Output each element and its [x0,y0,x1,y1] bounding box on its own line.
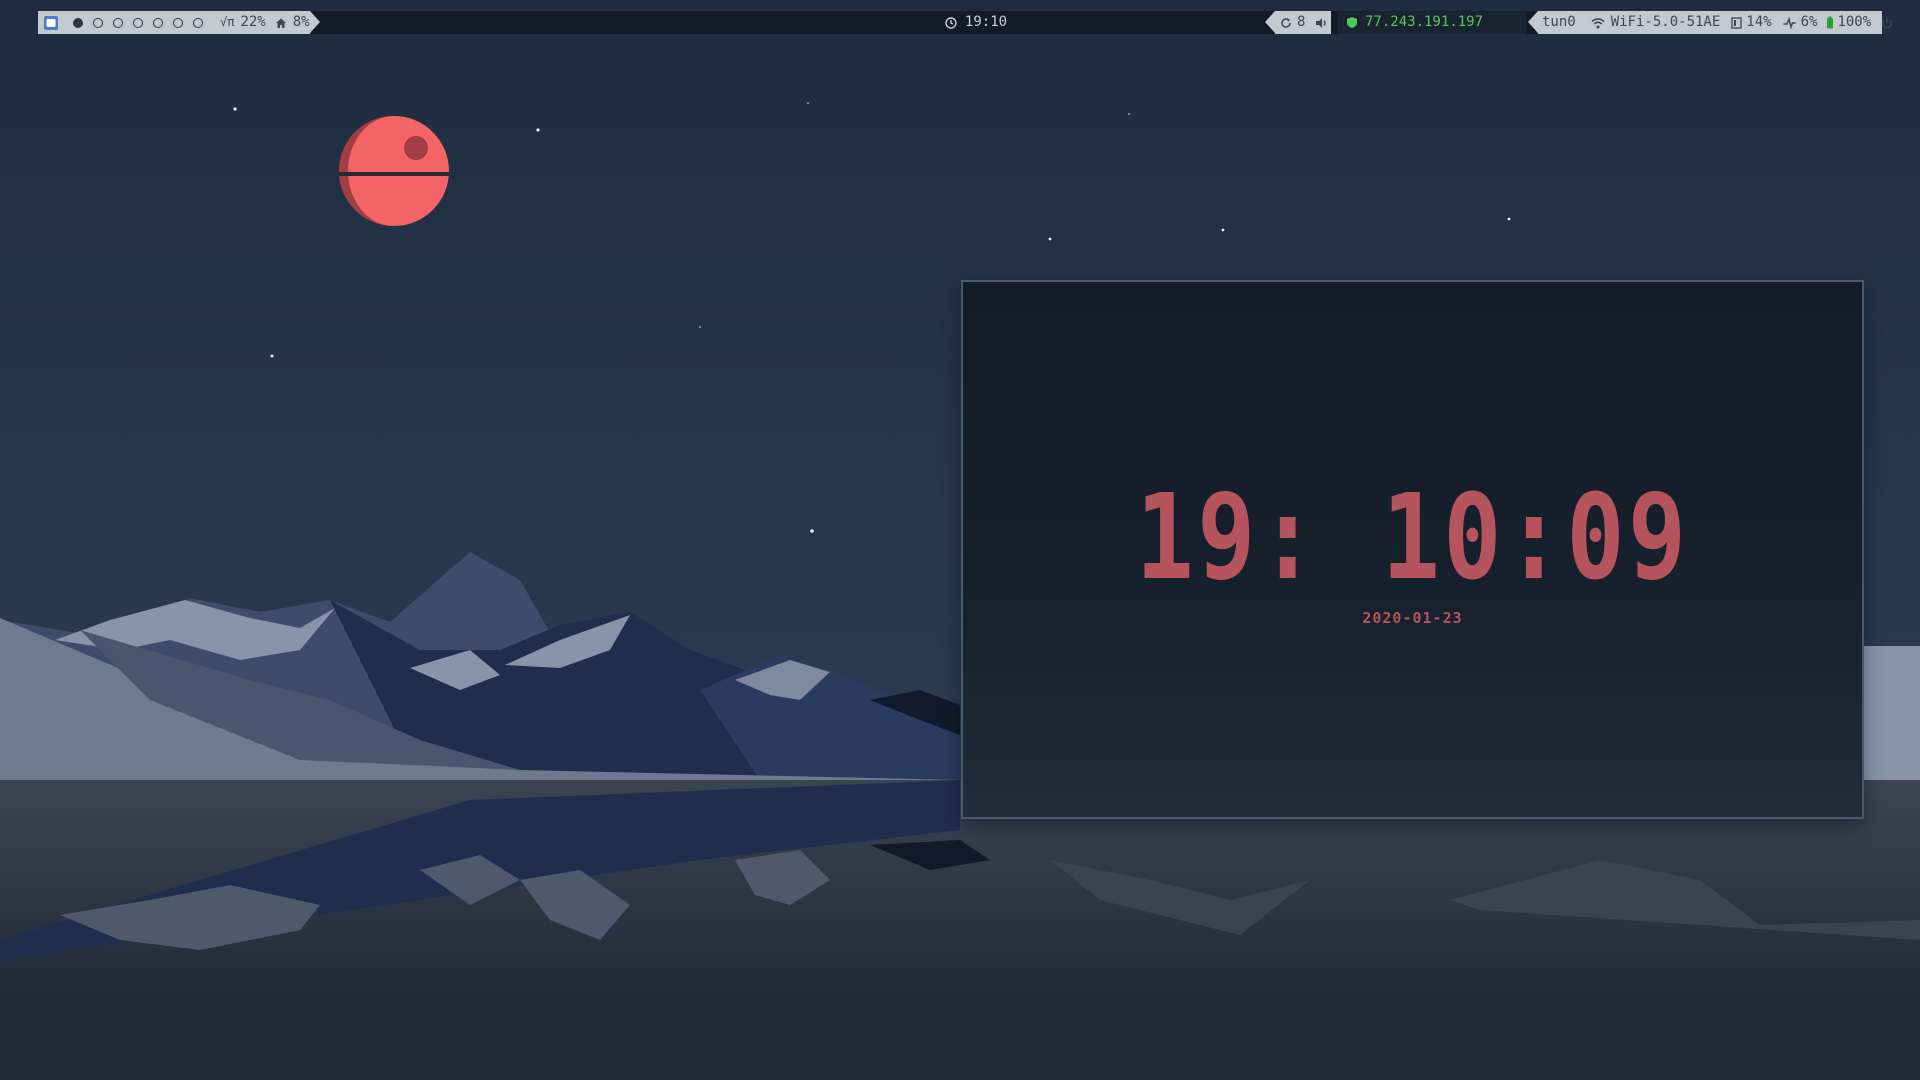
wifi-ssid-label: WiFi-5.0-51AE [1610,14,1721,30]
home-icon [275,18,286,28]
vpn-indicator[interactable]: 77.243.191.197 [1338,11,1526,34]
power-button[interactable] [1876,11,1903,34]
clock-date-display: 2020-01-23 [1362,609,1463,627]
bar-clock-label: 19:10 [964,14,1008,30]
refresh-icon [1281,17,1291,28]
interface-label: tun0 [1542,14,1576,30]
power-icon [1882,17,1893,28]
root-disk-usage: √π 22% [208,11,271,34]
workspace-list [64,17,208,28]
vpn-ip-label: 77.243.191.197 [1365,14,1484,30]
root-disk-icon: √π [220,15,235,29]
launcher-button[interactable] [38,11,64,34]
memory-indicator: 14% [1725,11,1776,34]
distro-logo-icon [44,15,58,30]
battery-label: 100% [1837,14,1872,30]
workspace-4-button[interactable] [133,17,143,28]
memory-icon [1731,16,1742,29]
volume-icon [1316,17,1327,28]
top-bar: √π 22% 8% 19:10 8 77.243.191.197 tun0 Wi… [38,11,1893,34]
wifi-icon [1591,17,1605,28]
bar-clock[interactable]: 19:10 [926,11,1026,34]
clock-window[interactable]: 19: 10:09 2020-01-23 [961,280,1864,819]
cpu-activity-icon [1783,16,1796,29]
memory-label: 14% [1746,14,1772,30]
updates-indicator[interactable]: 8 [1275,11,1310,34]
updates-count: 8 [1297,14,1306,30]
updates-volume-segment: 8 [1265,11,1333,34]
clock-time-display: 19: 10:09 [1135,468,1690,606]
workspace-6-button[interactable] [173,17,183,28]
workspace-3-button[interactable] [113,17,123,28]
shield-icon [1347,17,1357,28]
cpu-label: 6% [1800,14,1818,30]
network-interface: tun0 [1538,11,1581,34]
moon-icon [339,116,449,226]
battery-indicator: 100% [1822,11,1876,34]
volume-button[interactable] [1310,11,1333,34]
clock-icon [945,16,957,29]
home-disk-usage: 8% [271,11,315,34]
wifi-indicator[interactable]: WiFi-5.0-51AE [1581,11,1726,34]
system-status-segment: tun0 WiFi-5.0-51AE 14% 6% 100% [1528,11,1893,34]
workspace-1-button[interactable] [73,17,83,28]
workspace-2-button[interactable] [93,17,103,28]
home-usage-label: 8% [292,14,310,30]
battery-icon [1827,16,1834,29]
workspace-5-button[interactable] [153,17,163,28]
workspace-segment: √π 22% 8% [38,11,320,34]
root-usage-label: 22% [240,14,266,30]
workspace-7-button[interactable] [193,17,203,28]
cpu-indicator: 6% [1777,11,1823,34]
